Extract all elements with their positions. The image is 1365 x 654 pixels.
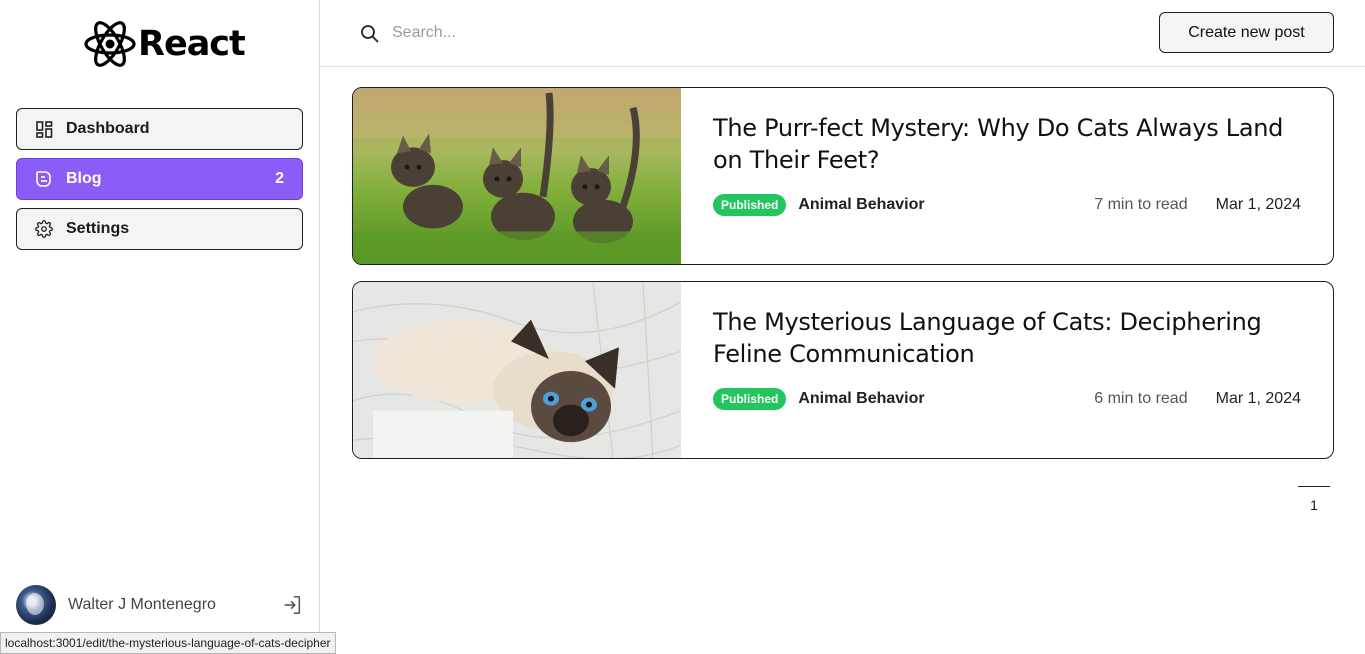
post-title[interactable]: The Purr-fect Mystery: Why Do Cats Alway… bbox=[713, 112, 1301, 176]
pagination-page-1[interactable]: 1 bbox=[1298, 486, 1330, 513]
avatar[interactable] bbox=[16, 585, 56, 625]
post-thumbnail bbox=[353, 88, 681, 264]
sidebar-item-settings[interactable]: Settings bbox=[16, 208, 303, 250]
post-read-time: 6 min to read bbox=[1094, 390, 1188, 407]
post-card-body: The Purr-fect Mystery: Why Do Cats Alway… bbox=[681, 88, 1333, 264]
create-new-post-button[interactable]: Create new post bbox=[1159, 12, 1334, 53]
sidebar-item-blog[interactable]: Blog 2 bbox=[16, 158, 303, 200]
post-card-body: The Mysterious Language of Cats: Deciphe… bbox=[681, 282, 1333, 458]
post-category: Animal Behavior bbox=[798, 390, 925, 407]
post-title[interactable]: The Mysterious Language of Cats: Deciphe… bbox=[713, 306, 1301, 370]
sidebar-item-label: Settings bbox=[66, 220, 130, 237]
post-date: Mar 1, 2024 bbox=[1215, 196, 1301, 213]
post-card[interactable]: The Mysterious Language of Cats: Deciphe… bbox=[352, 281, 1334, 459]
post-meta: Published Animal Behavior 6 min to read … bbox=[713, 388, 1301, 410]
app-logo[interactable]: React bbox=[83, 19, 246, 69]
blog-icon bbox=[35, 170, 53, 188]
search-icon bbox=[360, 24, 380, 44]
sidebar-item-dashboard[interactable]: Dashboard bbox=[16, 108, 303, 150]
post-date: Mar 1, 2024 bbox=[1215, 390, 1301, 407]
post-card[interactable]: The Purr-fect Mystery: Why Do Cats Alway… bbox=[352, 87, 1334, 265]
status-badge: Published bbox=[713, 194, 787, 216]
sidebar-item-label: Dashboard bbox=[66, 120, 150, 137]
sidebar: React Dashboard Blog 2 Settings Walter J… bbox=[0, 0, 320, 654]
status-badge: Published bbox=[713, 388, 787, 410]
browser-status-bar: localhost:3001/edit/the-mysterious-langu… bbox=[0, 632, 336, 654]
dashboard-icon bbox=[35, 120, 53, 138]
post-meta: Published Animal Behavior 7 min to read … bbox=[713, 194, 1301, 216]
react-logo-icon bbox=[84, 21, 136, 67]
search-input[interactable] bbox=[392, 18, 792, 48]
post-list: The Purr-fect Mystery: Why Do Cats Alway… bbox=[352, 87, 1334, 475]
sidebar-nav: Dashboard Blog 2 Settings bbox=[16, 108, 303, 258]
logout-icon[interactable] bbox=[281, 594, 303, 616]
post-thumbnail bbox=[353, 282, 681, 458]
user-profile: Walter J Montenegro bbox=[16, 585, 303, 625]
top-bar: Create new post bbox=[320, 0, 1365, 67]
user-name: Walter J Montenegro bbox=[68, 596, 216, 613]
blog-count-badge: 2 bbox=[275, 170, 284, 187]
post-read-time: 7 min to read bbox=[1094, 196, 1188, 213]
sidebar-item-label: Blog bbox=[66, 170, 102, 187]
post-category: Animal Behavior bbox=[798, 196, 925, 213]
app-logo-text: React bbox=[138, 24, 246, 64]
gear-icon bbox=[35, 220, 53, 238]
